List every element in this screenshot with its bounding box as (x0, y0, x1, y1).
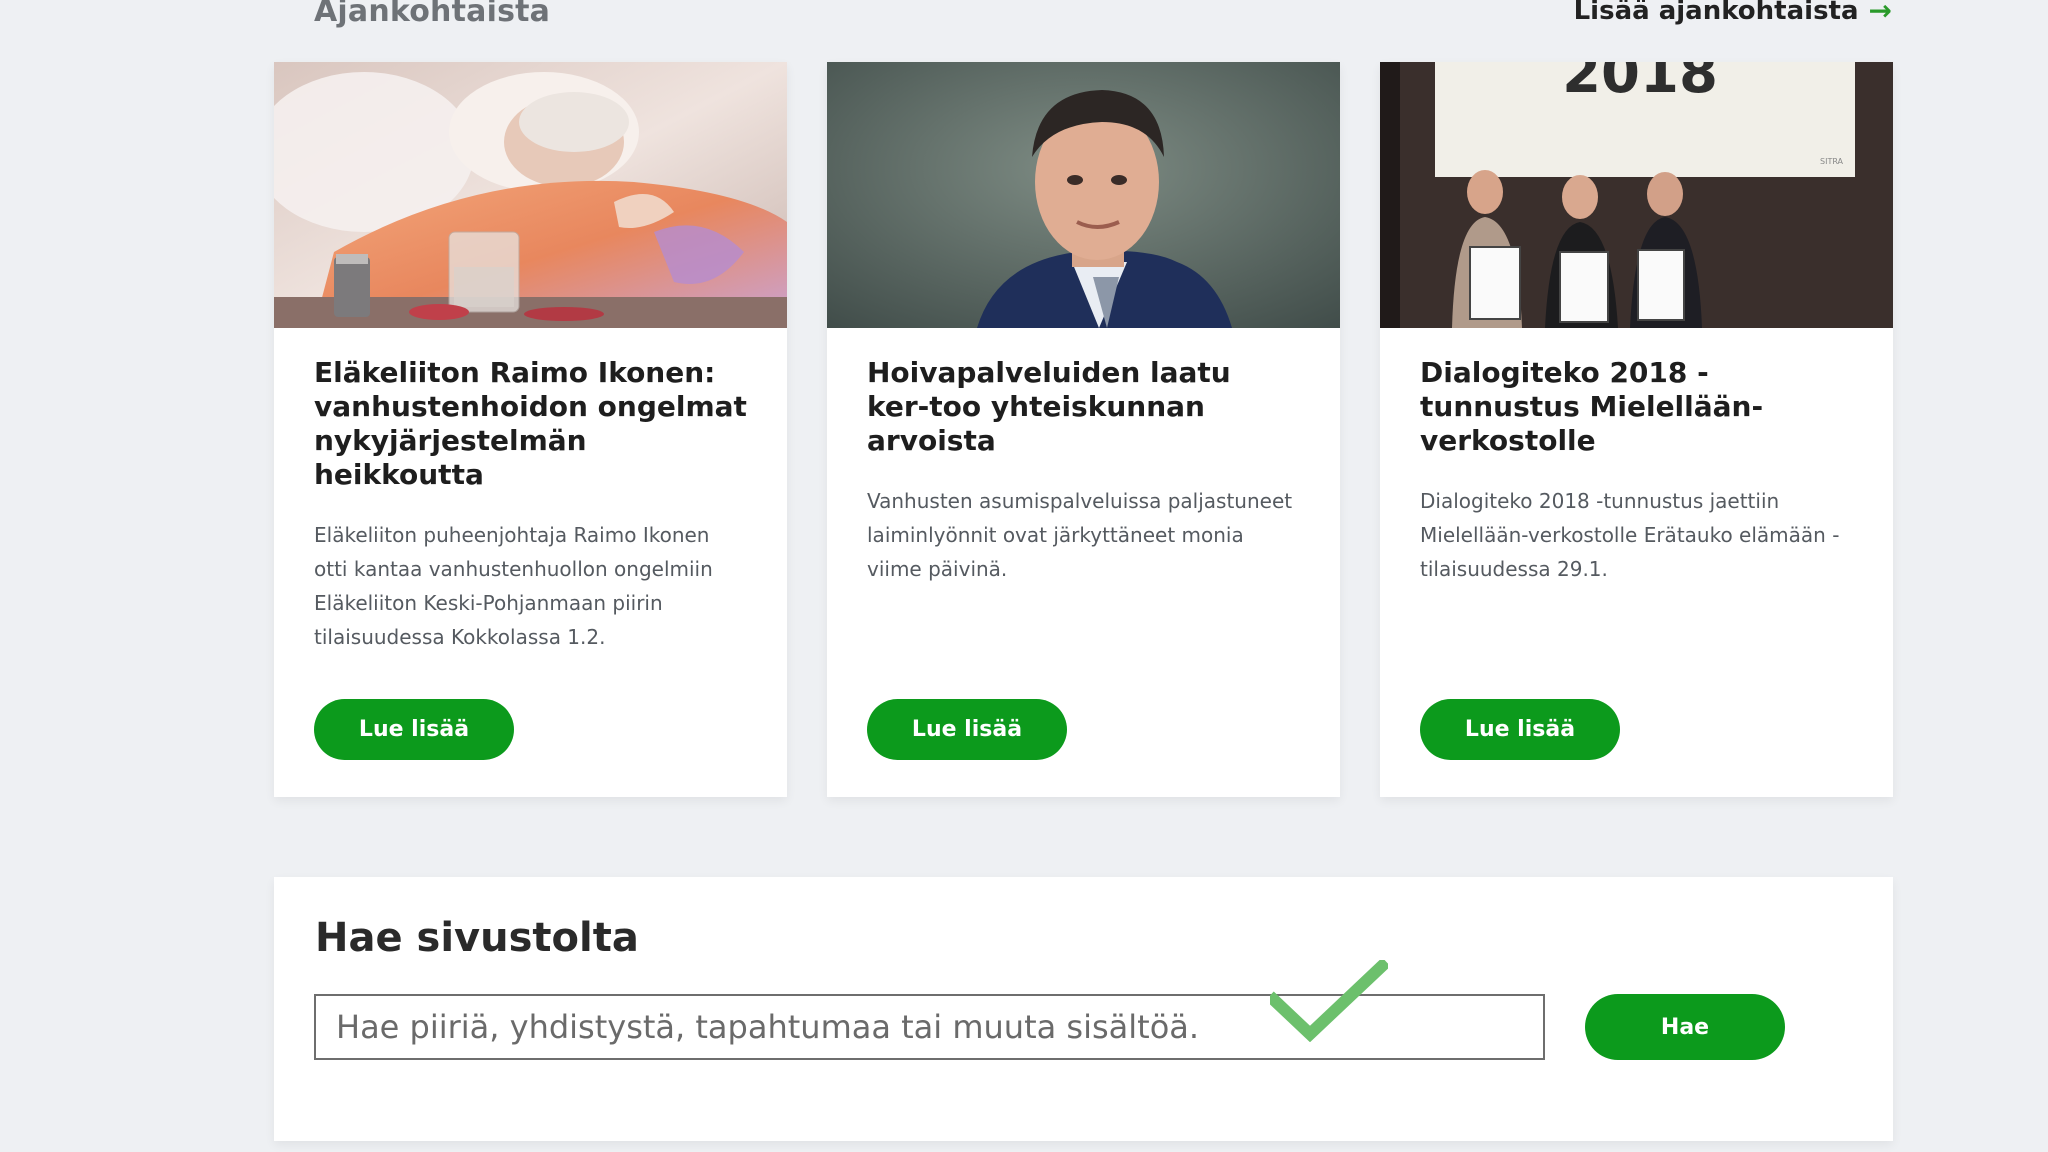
award-ceremony-photo[interactable]: 2018 SITRA (1380, 62, 1893, 328)
page: Ajankohtaista Lisää ajankohtaista → Eläk… (0, 0, 2048, 1152)
man-in-suit-portrait-photo[interactable] (827, 62, 1340, 328)
elderly-woman-in-bed-photo[interactable] (274, 62, 787, 328)
more-news-link-label: Lisää ajankohtaista (1573, 0, 1859, 26)
section-title: Ajankohtaista (314, 0, 551, 29)
news-card: Hoivapalveluiden laatu ker-too yhteiskun… (827, 62, 1340, 797)
search-button[interactable]: Hae (1585, 994, 1785, 1060)
read-more-button[interactable]: Lue lisää (1420, 699, 1620, 760)
news-card: Eläkeliiton Raimo Ikonen: vanhustenhoido… (274, 62, 787, 797)
search-title: Hae sivustolta (315, 915, 639, 961)
card-title[interactable]: Hoivapalveluiden laatu ker-too yhteiskun… (867, 356, 1300, 458)
svg-text:SITRA: SITRA (1820, 157, 1844, 166)
card-excerpt: Vanhusten asumispalveluissa paljastuneet… (867, 489, 1293, 581)
card-title[interactable]: Eläkeliiton Raimo Ikonen: vanhustenhoido… (314, 356, 747, 492)
card-excerpt: Eläkeliiton puheenjohtaja Raimo Ikonen o… (314, 523, 713, 649)
projected-year-text: 2018 (1562, 62, 1718, 106)
card-title[interactable]: Dialogiteko 2018 -tunnustus Mielellään-v… (1420, 356, 1853, 458)
read-more-button[interactable]: Lue lisää (867, 699, 1067, 760)
news-cards: Eläkeliiton Raimo Ikonen: vanhustenhoido… (274, 62, 1893, 797)
arrow-right-icon: → (1868, 0, 1892, 27)
site-search-panel: Hae sivustolta Hae (274, 877, 1893, 1141)
checkmark-icon (1270, 960, 1388, 1042)
card-excerpt: Dialogiteko 2018 -tunnustus jaettiin Mie… (1420, 489, 1840, 581)
read-more-button[interactable]: Lue lisää (314, 699, 514, 760)
news-section-header: Ajankohtaista Lisää ajankohtaista → (274, 0, 1892, 40)
news-card: 2018 SITRA Dialogiteko 2018 -tunnustus M… (1380, 62, 1893, 797)
more-news-link[interactable]: Lisää ajankohtaista → (1574, 0, 1892, 26)
